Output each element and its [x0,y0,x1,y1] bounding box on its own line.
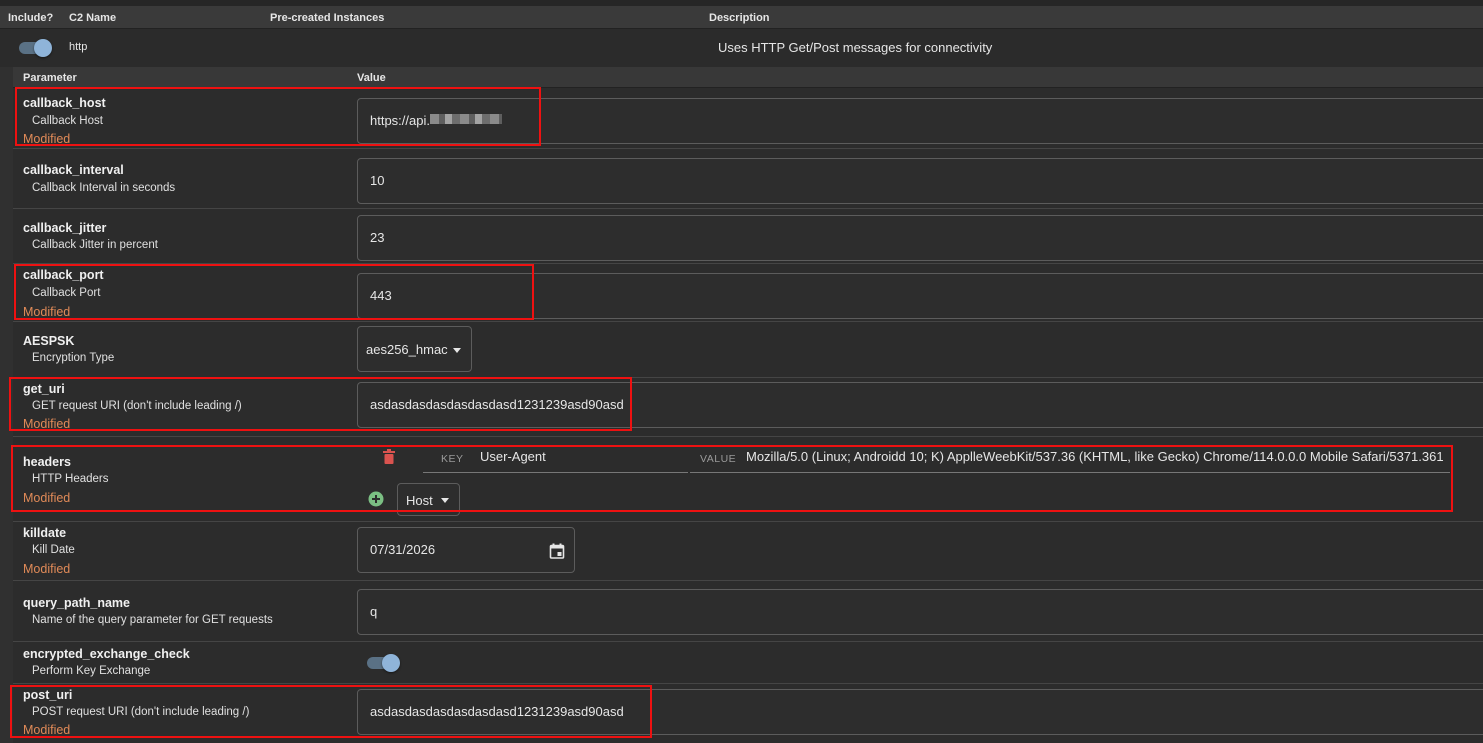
param-description: Kill Date [32,544,75,556]
get-uri-input[interactable]: asdasdasdasdasdasdasd1231239asd90asd [357,382,1483,428]
input-value: https://api. [370,113,430,128]
header-description: Description [709,12,770,24]
header-key-label: KEY [441,453,464,465]
modified-label: Modified [23,491,71,505]
key-underline [423,472,688,473]
param-row-post-uri: post_uri POST request URI (don't include… [13,684,1483,743]
param-row-callback-jitter: callback_jitter Callback Jitter in perce… [13,209,1483,264]
callback-interval-input[interactable]: 10 [357,158,1483,204]
param-row-callback-host: callback_host Callback Host Modified htt… [13,88,1483,149]
param-name: get_uri [23,382,65,396]
callback-port-input[interactable]: 443 [357,273,1483,319]
chevron-down-icon [453,348,461,353]
toggle-knob [382,654,400,672]
parameter-table: Parameter Value callback_host Callback H… [13,67,1483,743]
param-name: AESPSK [23,334,75,348]
killdate-input[interactable]: 07/31/2026 [357,527,575,573]
modified-label: Modified [23,132,71,146]
header-parameter: Parameter [23,72,77,84]
param-row-aespsk: AESPSK Encryption Type aes256_hmac [13,322,1483,378]
param-description: Callback Jitter in percent [32,239,158,251]
param-name: encrypted_exchange_check [23,647,190,661]
header-value-input[interactable]: Mozilla/5.0 (Linux; Androidd 10; K) Appl… [746,449,1444,464]
header-value-label: VALUE [700,453,737,465]
plus-circle-icon[interactable] [368,491,384,507]
input-value: asdasdasdasdasdasdasd1231239asd90asd [370,397,624,412]
trash-icon[interactable] [382,449,396,465]
header-key-input[interactable]: User-Agent [480,449,546,464]
select-value: aes256_hmac [366,342,448,357]
param-description: Callback Interval in seconds [32,182,176,194]
param-name: callback_jitter [23,221,107,235]
param-description: GET request URI (don't include leading /… [32,400,242,412]
calendar-icon[interactable] [549,543,565,559]
param-name: query_path_name [23,596,130,610]
param-name: killdate [23,526,67,540]
chevron-down-icon [441,498,449,503]
callback-host-input[interactable]: https://api. [357,98,1483,144]
header-include: Include? [8,12,54,24]
param-row-query-path-name: query_path_name Name of the query parame… [13,581,1483,642]
param-name: post_uri [23,688,73,702]
c2-profile-description: Uses HTTP Get/Post messages for connecti… [718,40,993,55]
param-row-encrypted-exchange-check: encrypted_exchange_check Perform Key Exc… [13,642,1483,684]
modified-label: Modified [23,305,71,319]
input-value: q [370,604,378,619]
param-description: Perform Key Exchange [32,665,151,677]
input-value: 07/31/2026 [370,542,436,557]
param-name: callback_port [23,268,104,282]
param-name: callback_host [23,96,106,110]
param-row-callback-port: callback_port Callback Port Modified 443 [13,264,1483,322]
input-value: 443 [370,288,392,303]
c2-profile-name: http [69,41,88,53]
post-uri-input[interactable]: asdasdasdasdasdasdasd1231239asd90asd [357,689,1483,735]
callback-jitter-input[interactable]: 23 [357,215,1483,261]
include-toggle[interactable] [18,38,52,58]
c2-table-header: Include? C2 Name Pre-created Instances D… [0,6,1483,29]
parameter-table-header: Parameter Value [13,67,1483,88]
param-row-killdate: killdate Kill Date Modified 07/31/2026 [13,522,1483,581]
param-description: Callback Port [32,287,101,299]
select-value: Host [406,493,433,508]
encrypted-exchange-toggle[interactable] [366,653,400,673]
param-name: callback_interval [23,163,124,177]
param-description: POST request URI (don't include leading … [32,706,250,718]
modified-label: Modified [23,723,71,737]
param-row-headers: headers HTTP Headers Modified KEY User-A… [13,437,1483,522]
query-path-name-input[interactable]: q [357,589,1483,635]
header-add-select[interactable]: Host [397,483,460,516]
header-instances: Pre-created Instances [270,12,385,24]
c2-profile-row: http Uses HTTP Get/Post messages for con… [0,29,1483,67]
header-value: Value [357,72,386,84]
param-description: Encryption Type [32,352,115,364]
param-description: Callback Host [32,115,103,127]
input-value: 10 [370,173,385,188]
param-description: HTTP Headers [32,473,109,485]
input-value: 23 [370,230,385,245]
param-name: headers [23,455,71,469]
input-value: asdasdasdasdasdasdasd1231239asd90asd [370,704,624,719]
encryption-type-select[interactable]: aes256_hmac [357,326,472,372]
header-c2-name: C2 Name [69,12,117,24]
modified-label: Modified [23,417,71,431]
toggle-knob [34,39,52,57]
param-row-get-uri: get_uri GET request URI (don't include l… [13,378,1483,437]
param-row-callback-interval: callback_interval Callback Interval in s… [13,149,1483,209]
redacted-text [430,114,502,124]
value-underline [690,472,1450,473]
param-description: Name of the query parameter for GET requ… [32,614,273,626]
modified-label: Modified [23,562,71,576]
